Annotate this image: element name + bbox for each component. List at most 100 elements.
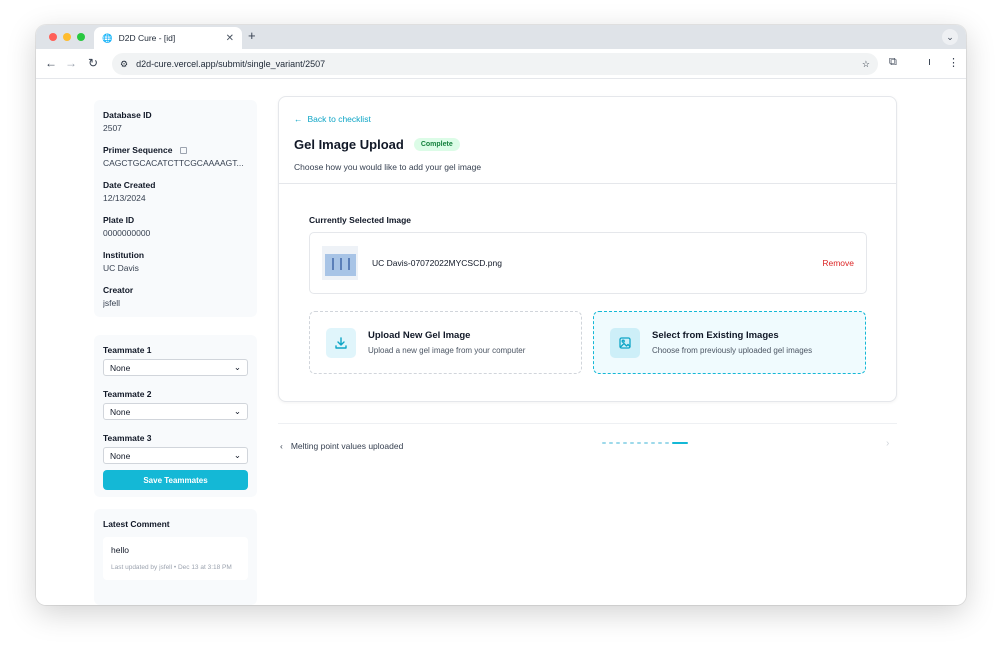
browser-tab[interactable]: 🌐 D2D Cure - [id] ✕: [94, 27, 242, 49]
current-image-label: Currently Selected Image: [309, 215, 412, 225]
meta-plate-id: Plate ID 0000000000: [103, 215, 248, 238]
variant-info-card: Database ID 2507 Primer Sequence CAGCTGC…: [94, 100, 257, 317]
gel-lane: [332, 258, 334, 270]
upload-new-option[interactable]: Upload New Gel Image Upload a new gel im…: [309, 311, 582, 374]
gel-lane: [340, 258, 342, 270]
browser-window: 🌐 D2D Cure - [id] ✕ + ⌄ ← → ↻ ⚙ d2d-cure…: [36, 25, 966, 605]
minimize-window-button[interactable]: [63, 33, 71, 41]
step-progress: [602, 442, 688, 444]
page-subtitle: Choose how you would like to add your ge…: [294, 162, 482, 172]
forward-arrow-icon[interactable]: →: [64, 56, 78, 70]
teammate-3-select[interactable]: None ⌄: [103, 447, 248, 464]
meta-primer-sequence: Primer Sequence CAGCTGCACATCTTCGCAAAAGT.…: [103, 145, 248, 168]
step-dot[interactable]: [658, 442, 662, 444]
option-title: Select from Existing Images: [652, 330, 779, 341]
chevron-down-icon: ⌄: [233, 362, 241, 372]
reload-icon[interactable]: ↻: [86, 56, 100, 70]
heading-row: Gel Image Upload Complete: [294, 137, 460, 152]
file-name: UC Davis-07072022MYCSCD.png: [372, 258, 502, 268]
step-dot[interactable]: [637, 442, 641, 444]
meta-label: Creator: [103, 285, 134, 295]
close-window-button[interactable]: [49, 33, 57, 41]
back-arrow-icon[interactable]: ←: [44, 56, 58, 70]
meta-label-row: Primer Sequence: [103, 145, 248, 155]
save-teammates-button[interactable]: Save Teammates: [103, 470, 248, 490]
bookmark-star-icon[interactable]: ☆: [862, 59, 870, 70]
meta-value: 12/13/2024: [103, 193, 146, 203]
previous-step-label: Melting point values uploaded: [290, 441, 404, 451]
arrow-left-icon: ←: [294, 114, 303, 124]
download-icon: [326, 327, 356, 358]
copy-icon[interactable]: [180, 146, 188, 154]
teammate-1-label: Teammate 1: [103, 345, 152, 355]
browser-toolbar: ← → ↻ ⚙ d2d-cure.vercel.app/submit/singl…: [36, 49, 966, 79]
step-dot[interactable]: [644, 442, 648, 444]
previous-step-link[interactable]: ‹ Melting point values uploaded: [280, 441, 403, 451]
tab-strip: 🌐 D2D Cure - [id] ✕ + ⌄: [36, 25, 966, 49]
comment-item: hello Last updated by jsfell • Dec 13 at…: [103, 537, 248, 580]
step-dot[interactable]: [623, 442, 627, 444]
status-badge: Complete: [413, 138, 460, 151]
step-dot[interactable]: [651, 442, 655, 444]
remove-button[interactable]: Remove: [822, 258, 854, 268]
chevron-right-icon[interactable]: ›: [886, 438, 889, 449]
teammate-3-label: Teammate 3: [103, 433, 152, 443]
step-dot[interactable]: [630, 442, 634, 444]
nav-divider: [278, 423, 897, 424]
step-dot-current[interactable]: [672, 442, 688, 444]
chevron-down-icon: ⌄: [233, 450, 241, 460]
meta-value: 0000000000: [103, 228, 151, 238]
step-dot[interactable]: [609, 442, 613, 444]
comment-title: Latest Comment: [103, 519, 170, 529]
meta-value: jsfell: [103, 298, 121, 308]
chevron-down-icon: ⌄: [233, 406, 241, 416]
teammate-2-label: Teammate 2: [103, 389, 152, 399]
step-dot[interactable]: [602, 442, 606, 444]
maximize-window-button[interactable]: [77, 33, 85, 41]
meta-database-id: Database ID 2507: [103, 110, 248, 133]
step-dot[interactable]: [616, 442, 620, 444]
option-title: Upload New Gel Image: [368, 330, 471, 341]
tab-search-button[interactable]: ⌄: [942, 29, 958, 45]
back-label: Back to checklist: [307, 114, 371, 124]
comment-meta: Last updated by jsfell • Dec 13 at 3:18 …: [111, 564, 232, 571]
url-text: d2d-cure.vercel.app/submit/single_varian…: [136, 59, 326, 69]
globe-icon: 🌐: [102, 32, 113, 43]
meta-label: Plate ID: [103, 215, 135, 225]
teammate-1-select[interactable]: None ⌄: [103, 359, 248, 376]
comment-text: hello: [111, 545, 129, 555]
select-existing-option[interactable]: Select from Existing Images Choose from …: [593, 311, 866, 374]
meta-label: Date Created: [103, 180, 156, 190]
address-bar[interactable]: ⚙ d2d-cure.vercel.app/submit/single_vari…: [112, 53, 878, 75]
site-settings-icon[interactable]: ⚙: [120, 59, 128, 70]
extensions-icon[interactable]: ⧉: [889, 56, 897, 69]
meta-creator: Creator jsfell: [103, 285, 248, 308]
option-desc: Upload a new gel image from your compute…: [368, 346, 526, 355]
teammates-card: Teammate 1 None ⌄ Teammate 2 None ⌄ Team…: [94, 335, 257, 497]
gel-thumbnail[interactable]: [322, 246, 358, 280]
meta-label: Database ID: [103, 110, 152, 120]
meta-label: Primer Sequence: [103, 145, 173, 155]
teammate-2-select[interactable]: None ⌄: [103, 403, 248, 420]
gel-lane: [348, 258, 350, 270]
close-tab-icon[interactable]: ✕: [226, 33, 234, 44]
page-content: Database ID 2507 Primer Sequence CAGCTGC…: [36, 79, 966, 605]
page-title: Gel Image Upload: [294, 137, 404, 152]
step-dot[interactable]: [665, 442, 669, 444]
divider: [279, 183, 896, 184]
meta-label: Institution: [103, 250, 145, 260]
gel-upload-card: ← Back to checklist Gel Image Upload Com…: [278, 96, 897, 402]
option-text: Upload New Gel Image Upload a new gel im…: [368, 330, 525, 355]
select-value: None: [110, 362, 131, 373]
chevron-left-icon: ‹: [280, 441, 283, 451]
option-text: Select from Existing Images Choose from …: [652, 330, 812, 355]
latest-comment-card: Latest Comment hello Last updated by jsf…: [94, 509, 257, 605]
profile-icon[interactable]: ı: [928, 56, 931, 68]
meta-value: 2507: [103, 123, 122, 133]
meta-institution: Institution UC Davis: [103, 250, 248, 273]
back-to-checklist-link[interactable]: ← Back to checklist: [294, 114, 371, 124]
kebab-menu-icon[interactable]: ⋮: [948, 56, 959, 69]
meta-value: CAGCTGCACATCTTCGCAAAAGT...: [103, 158, 244, 168]
window-controls: [49, 33, 85, 41]
new-tab-button[interactable]: +: [248, 28, 256, 43]
